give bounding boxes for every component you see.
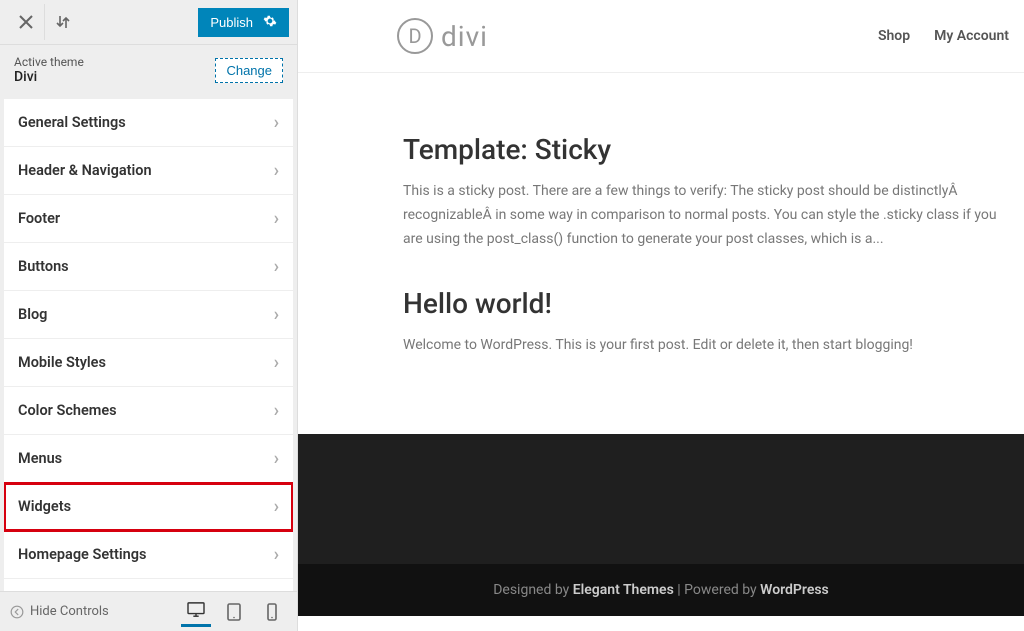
chevron-right-icon: › — [274, 352, 279, 373]
chevron-right-icon: › — [274, 208, 279, 229]
logo-text: divi — [441, 20, 488, 53]
device-desktop-button[interactable] — [181, 597, 211, 627]
section-item-footer[interactable]: Footer › — [4, 195, 293, 243]
footer-sep: | — [674, 582, 684, 598]
section-item-additional-css[interactable]: Additional CSS› — [4, 579, 293, 591]
chevron-right-icon: › — [274, 304, 279, 325]
post-body: This is a sticky post. There are a few t… — [403, 180, 1009, 251]
nav-link-shop[interactable]: Shop — [878, 28, 910, 44]
section-label: Blog — [18, 306, 47, 323]
chevron-right-icon: › — [274, 448, 279, 469]
section-item-buttons[interactable]: Buttons › — [4, 243, 293, 291]
section-item-menus[interactable]: Menus › — [4, 435, 293, 483]
footer-designed-name[interactable]: Elegant Themes — [573, 582, 674, 598]
active-theme-label: Active theme — [14, 55, 84, 69]
footer-powered-name[interactable]: WordPress — [760, 582, 829, 598]
site-footer-widget-area — [298, 434, 1024, 564]
publish-label: Publish — [210, 15, 253, 30]
footer-powered-prefix: Powered by — [684, 582, 760, 598]
gear-icon — [263, 14, 277, 31]
section-label: Widgets — [18, 498, 71, 515]
hide-controls-label: Hide Controls — [30, 604, 109, 619]
logo-icon: D — [397, 18, 433, 54]
chevron-right-icon: › — [274, 400, 279, 421]
chevron-right-icon: › — [274, 496, 279, 517]
section-item-general-settings[interactable]: General Settings › — [4, 99, 293, 147]
section-label: General Settings — [18, 114, 126, 131]
preview-pane: D divi Shop My Account Template: Sticky Th… — [298, 0, 1024, 631]
customizer-sidebar: Publish Active theme Divi Change General… — [0, 0, 298, 631]
post-title[interactable]: Hello world! — [403, 287, 1009, 320]
active-theme-row: Active theme Divi Change — [0, 45, 297, 99]
chevron-right-icon: › — [274, 256, 279, 277]
sections-list: General Settings›Header & Navigation›Foo… — [4, 99, 293, 591]
device-mobile-button[interactable] — [257, 597, 287, 627]
site-header: D divi Shop My Account — [298, 0, 1024, 73]
section-item-color-schemes[interactable]: Color Schemes › — [4, 387, 293, 435]
nav-links: Shop My Account — [878, 28, 1009, 44]
close-button[interactable] — [8, 4, 44, 40]
site-footer-bottom: Designed by Elegant Themes | Powered by … — [298, 564, 1024, 616]
chevron-right-icon: › — [274, 544, 279, 565]
post: Hello world! Welcome to WordPress. This i… — [403, 287, 1009, 358]
bottom-bar: Hide Controls — [0, 591, 297, 631]
publish-button[interactable]: Publish — [198, 8, 289, 37]
hide-controls-button[interactable]: Hide Controls — [10, 604, 109, 619]
chevron-right-icon: › — [274, 160, 279, 181]
collapse-icon — [10, 605, 24, 619]
section-item-homepage-settings[interactable]: Homepage Settings › — [4, 531, 293, 579]
post-title[interactable]: Template: Sticky — [403, 133, 1009, 166]
site-content: Template: Sticky This is a sticky post. T… — [298, 73, 1024, 434]
site-logo[interactable]: D divi — [397, 18, 488, 54]
section-label: Homepage Settings — [18, 546, 146, 563]
section-label: Menus — [18, 450, 62, 467]
device-tablet-button[interactable] — [219, 597, 249, 627]
top-bar: Publish — [0, 0, 297, 45]
nav-link-my-account[interactable]: My Account — [934, 28, 1009, 44]
post: Template: Sticky This is a sticky post. T… — [403, 133, 1009, 251]
chevron-right-icon: › — [274, 112, 279, 133]
section-item-widgets[interactable]: Widgets › — [4, 483, 293, 531]
change-theme-button[interactable]: Change — [215, 58, 283, 83]
active-theme-name: Divi — [14, 69, 84, 85]
section-label: Color Schemes — [18, 402, 117, 419]
section-label: Buttons — [18, 258, 69, 275]
section-label: Mobile Styles — [18, 354, 106, 371]
reorder-icon[interactable] — [44, 4, 80, 40]
section-item-header-navigation[interactable]: Header & Navigation › — [4, 147, 293, 195]
section-item-mobile-styles[interactable]: Mobile Styles › — [4, 339, 293, 387]
post-body: Welcome to WordPress. This is your first… — [403, 334, 1009, 358]
footer-designed-prefix: Designed by — [493, 582, 573, 598]
section-item-blog[interactable]: Blog › — [4, 291, 293, 339]
section-label: Footer — [18, 210, 60, 227]
section-label: Header & Navigation — [18, 162, 152, 179]
